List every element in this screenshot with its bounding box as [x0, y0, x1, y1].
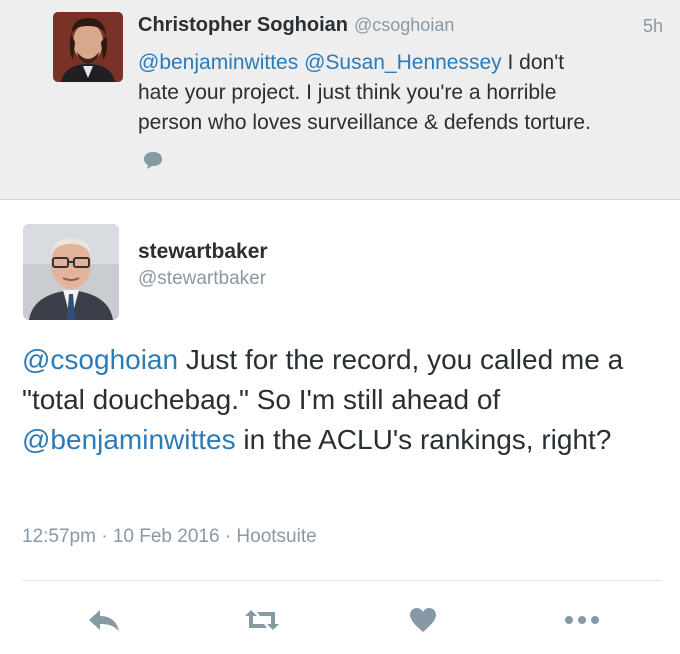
more-icon: [565, 616, 599, 624]
mention-link[interactable]: @benjaminwittes: [22, 424, 236, 455]
reply-button[interactable]: [86, 605, 122, 635]
reply-text-line-3: person who loves surveillance & defends …: [138, 111, 591, 134]
retweet-button[interactable]: [244, 605, 280, 635]
reply-icon: [89, 610, 119, 631]
more-button[interactable]: [562, 605, 602, 635]
reply-author-handle[interactable]: @csoghoian: [354, 15, 454, 35]
reply-tweet[interactable]: Christopher Soghoian @csoghoian 5h @benja…: [0, 0, 680, 200]
mention-link[interactable]: @csoghoian: [22, 344, 178, 375]
main-author-handle[interactable]: @stewartbaker: [138, 268, 266, 290]
main-author-name[interactable]: stewartbaker: [138, 240, 268, 264]
reply-author-avatar[interactable]: [53, 12, 123, 82]
retweet-icon: [245, 610, 279, 630]
main-tweet-text: @csoghoian Just for the record, you call…: [22, 340, 662, 460]
reply-timestamp[interactable]: 5h: [643, 16, 663, 37]
main-tweet: stewartbaker @stewartbaker @csoghoian Ju…: [0, 200, 680, 654]
reply-text-line-1: I don't: [507, 51, 565, 74]
divider: [22, 580, 662, 581]
mention-link[interactable]: @benjaminwittes: [138, 51, 298, 74]
reply-author-name[interactable]: Christopher Soghoian: [138, 14, 348, 36]
like-button[interactable]: [408, 605, 438, 635]
tweet-text-part-2: in the ACLU's rankings, right?: [235, 424, 612, 455]
reply-tweet-text: @benjaminwittes @Susan_Hennessey I don't…: [138, 48, 668, 138]
mention-link[interactable]: @Susan_Hennessey: [304, 51, 502, 74]
reply-text-line-2: hate your project. I just think you're a…: [138, 81, 557, 104]
reply-header: Christopher Soghoian @csoghoian 5h: [138, 14, 663, 44]
main-author-avatar[interactable]: [23, 224, 119, 320]
like-icon: [410, 608, 436, 632]
speech-bubble-icon[interactable]: [142, 150, 164, 170]
tweet-metadata[interactable]: 12:57pm · 10 Feb 2016 · Hootsuite: [22, 526, 317, 548]
